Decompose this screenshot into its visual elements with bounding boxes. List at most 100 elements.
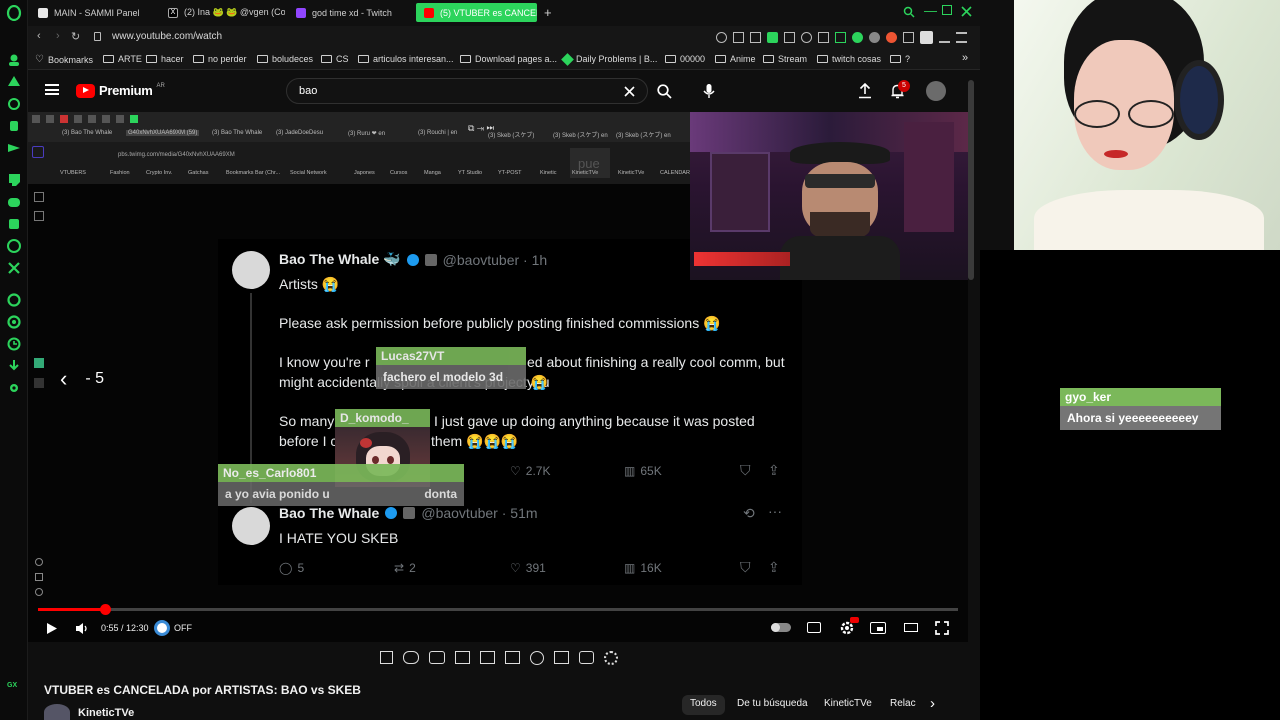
more-bookmarks-icon[interactable]: » — [962, 52, 968, 64]
green-ext-icon[interactable] — [852, 32, 863, 43]
bookmark-folder[interactable]: CS — [321, 54, 349, 64]
chevron-right-icon[interactable]: › — [930, 695, 935, 712]
bookmark-folder[interactable]: ARTE — [103, 54, 142, 64]
search-tabs-icon[interactable] — [903, 6, 915, 18]
clear-search-icon[interactable] — [624, 86, 635, 97]
music-player-icon[interactable] — [6, 292, 22, 308]
play-ext-icon[interactable] — [784, 32, 795, 43]
gx-corner-icon[interactable] — [6, 96, 22, 112]
download-ext-icon[interactable] — [818, 32, 829, 43]
chip-related[interactable]: Relac — [882, 695, 920, 715]
gx-control-icon[interactable] — [6, 74, 22, 90]
video-player[interactable]: (3) Bao The Whale G40xNvhXUAA69XM (59) (… — [28, 112, 968, 642]
close-window-icon[interactable] — [961, 6, 972, 17]
pin-icon[interactable] — [733, 32, 744, 43]
guide-menu-icon[interactable] — [45, 84, 59, 95]
upload-icon[interactable] — [858, 83, 872, 99]
x-sidebar-icon[interactable] — [6, 260, 22, 276]
grid-ext-icon[interactable] — [835, 32, 846, 43]
pip-icon[interactable] — [480, 651, 495, 664]
red-ext-icon[interactable] — [886, 32, 897, 43]
page-scrollbar[interactable] — [968, 80, 974, 280]
fullscreen-icon[interactable] — [935, 621, 949, 635]
voice-search-icon[interactable] — [703, 83, 715, 99]
subtitles-icon[interactable] — [807, 622, 821, 633]
autoplay-toggle[interactable] — [771, 623, 791, 632]
miniplayer-icon[interactable] — [870, 622, 886, 634]
bookmark-folder[interactable]: articulos interesan... — [358, 54, 454, 64]
reload-icon[interactable]: ↻ — [71, 30, 80, 43]
channel-name[interactable]: KineticTVe — [78, 707, 134, 719]
account-avatar[interactable] — [926, 81, 946, 101]
snapshot-icon[interactable] — [750, 32, 761, 43]
streamer-facecam — [1014, 0, 1280, 250]
puzzle-icon[interactable] — [903, 32, 914, 43]
speed-icon[interactable] — [530, 651, 544, 665]
filmstrip-icon[interactable] — [455, 651, 470, 664]
settings-icon[interactable] — [6, 380, 22, 396]
bookmark-folder[interactable]: boludeces — [257, 54, 313, 64]
menu-icon[interactable] — [956, 32, 967, 43]
downloads-bar-icon[interactable] — [939, 32, 950, 43]
bookmark-link[interactable]: Daily Problems | B... — [561, 52, 657, 66]
emoji-icon[interactable] — [716, 32, 727, 43]
bookmark-folder[interactable]: 00000 — [665, 54, 705, 64]
minimize-icon[interactable]: — — [924, 3, 937, 18]
back-icon[interactable]: ‹ — [37, 30, 41, 42]
forward-icon[interactable]: › — [56, 30, 60, 42]
search-icon[interactable] — [657, 84, 672, 99]
extension-shield-icon[interactable] — [767, 32, 778, 43]
bookmark-folder[interactable]: ? — [890, 54, 910, 64]
views-stat: ▥ 16K — [624, 561, 662, 575]
chip-from-search[interactable]: De tu búsqueda — [729, 695, 816, 715]
chip-all[interactable]: Todos — [682, 695, 725, 715]
player-controls: 0:55 / 12:30 OFF — [28, 614, 968, 642]
channel-avatar[interactable] — [44, 704, 70, 720]
bookmark-folder[interactable]: no perder — [193, 54, 247, 64]
whatsapp-icon[interactable] — [6, 238, 22, 254]
youtube-logo[interactable]: Premium AR — [76, 83, 165, 98]
extension-settings-icon[interactable] — [604, 651, 618, 665]
downloads-icon[interactable] — [6, 358, 22, 374]
audio-icon[interactable] — [403, 651, 419, 664]
bookmark-folder[interactable]: twitch cosas — [817, 54, 881, 64]
screenshot-icon[interactable] — [579, 651, 594, 664]
theater-mode-icon[interactable] — [904, 623, 918, 632]
add-icon[interactable] — [554, 651, 569, 664]
bookmark-folder[interactable]: hacer — [146, 54, 184, 64]
messenger-icon[interactable] — [6, 216, 22, 232]
bookmark-folder[interactable]: Download pages a... — [460, 54, 557, 64]
history-icon[interactable] — [6, 336, 22, 352]
loop-icon[interactable] — [380, 651, 393, 664]
tab-twitch[interactable]: god time xd - Twitch — [288, 3, 413, 22]
new-tab-icon[interactable]: + — [544, 5, 552, 20]
profile-ext-icon[interactable] — [920, 31, 933, 44]
autodub-icon[interactable] — [154, 620, 170, 636]
cinema-icon[interactable] — [429, 651, 445, 664]
bookmark-bookmarks[interactable]: ♡ Bookmarks — [35, 54, 93, 65]
tab-sammi[interactable]: MAIN - SAMMI Panel — [30, 3, 155, 22]
tab-youtube[interactable]: (5) VTUBER es CANCELA — [416, 3, 537, 22]
video-title: VTUBER es CANCELADA por ARTISTAS: BAO vs… — [44, 683, 361, 697]
url-field[interactable]: www.youtube.com/watch — [112, 31, 222, 42]
twitch-sidebar-icon[interactable] — [6, 172, 22, 188]
bookmark-folder[interactable]: Stream — [763, 54, 807, 64]
flow-icon[interactable] — [6, 140, 22, 156]
bookmark-folder[interactable]: Anime — [715, 54, 756, 64]
maximize-icon[interactable] — [942, 5, 952, 15]
retweet-stat: ⇄ 2 — [394, 561, 416, 575]
chip-channel[interactable]: KineticTVe — [816, 695, 880, 715]
vpn-icon[interactable] — [6, 314, 22, 330]
volume-icon[interactable] — [75, 622, 90, 635]
popup-icon[interactable] — [505, 651, 520, 664]
heart-icon[interactable] — [801, 32, 812, 43]
opera-logo-icon[interactable] — [6, 5, 22, 21]
search-input[interactable]: bao — [286, 78, 648, 104]
gx-cleaner-icon[interactable] — [6, 118, 22, 134]
play-icon[interactable] — [46, 622, 58, 635]
progress-bar[interactable] — [38, 604, 958, 615]
gray-ext-icon[interactable] — [869, 32, 880, 43]
aria-icon[interactable] — [6, 52, 22, 68]
tab-x-ina[interactable]: X (2) Ina 🐸 🐸 @vgen (Cor — [160, 3, 285, 22]
discord-icon[interactable] — [6, 194, 22, 210]
